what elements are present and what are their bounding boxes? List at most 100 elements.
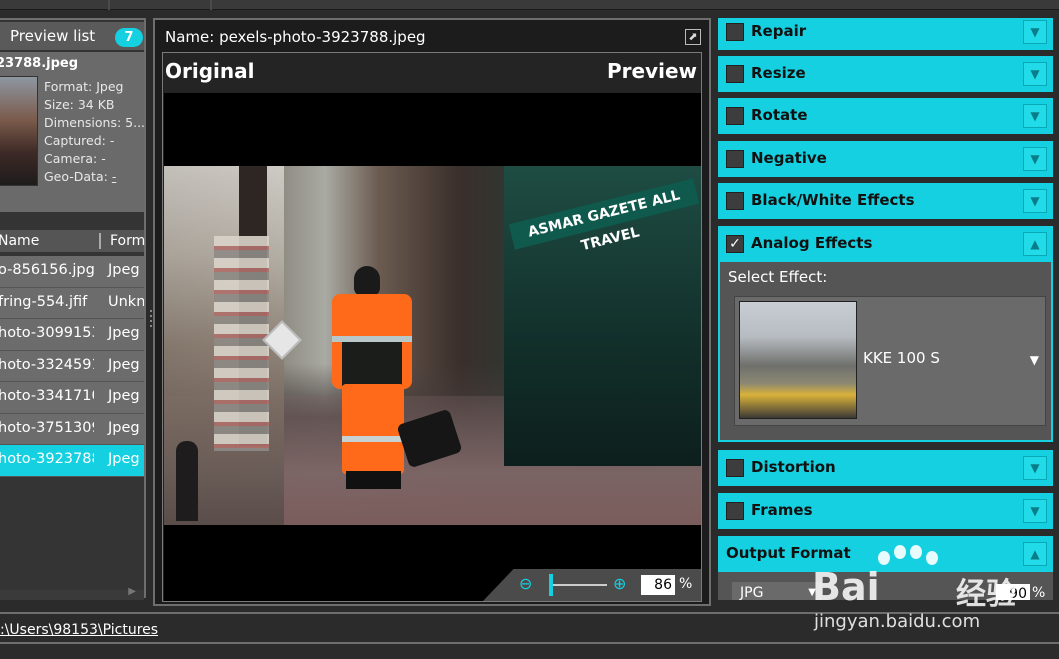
- section-black-white[interactable]: Black/White Effects ▼: [718, 183, 1053, 219]
- section-frames[interactable]: Frames ▼: [718, 493, 1053, 529]
- zoom-slider-knob[interactable]: [549, 574, 553, 596]
- row-name: o-856156.jpg: [0, 262, 94, 278]
- table-row[interactable]: fring-554.jfif Unkn: [0, 287, 144, 319]
- preview-list-label: Preview list: [10, 27, 96, 45]
- chevron-down-icon[interactable]: ▼: [1023, 189, 1047, 213]
- column-header-format[interactable]: Form: [110, 233, 145, 249]
- section-resize[interactable]: Resize ▼: [718, 56, 1053, 92]
- analog-effects-checkbox[interactable]: ✓: [726, 235, 744, 253]
- section-title: Distortion: [751, 458, 836, 476]
- row-name: fring-554.jfif: [0, 293, 88, 310]
- analog-effects-body: Select Effect: KKE 100 S ▼: [718, 262, 1053, 442]
- section-distortion[interactable]: Distortion ▼: [718, 450, 1053, 486]
- frames-checkbox[interactable]: [726, 502, 744, 520]
- preview-list-tab[interactable]: Preview list 7: [0, 22, 144, 50]
- zoom-unit: %: [679, 576, 693, 592]
- file-thumbnail: [0, 76, 38, 186]
- preview-area: Name: pexels-photo-3923788.jpeg ⬈ Origin…: [153, 18, 711, 606]
- section-title: Repair: [751, 22, 807, 40]
- chevron-down-icon[interactable]: ▼: [1023, 62, 1047, 86]
- quality-input[interactable]: 90: [996, 584, 1030, 600]
- effect-selector[interactable]: KKE 100 S ▼: [734, 296, 1046, 426]
- file-size: Size: 34 KB: [44, 97, 115, 112]
- section-analog-effects[interactable]: ✓ Analog Effects ▲: [718, 226, 1053, 262]
- file-dimensions: Dimensions: 5...: [44, 115, 144, 130]
- output-format-title: Output Format: [726, 544, 851, 562]
- resize-checkbox[interactable]: [726, 65, 744, 83]
- horizontal-scrollbar[interactable]: ▶: [0, 586, 144, 600]
- select-effect-label: Select Effect:: [728, 268, 828, 286]
- folder-path-link[interactable]: :\Users\98153\Pictures: [0, 622, 158, 638]
- negative-checkbox[interactable]: [726, 150, 744, 168]
- preview-count-badge: 7: [115, 28, 143, 47]
- zoom-in-icon[interactable]: ⊕: [613, 574, 626, 593]
- effects-panel: Repair ▼ Resize ▼ Rotate ▼ Negative ▼ Bl…: [716, 18, 1059, 600]
- section-title: Resize: [751, 64, 806, 82]
- table-row-selected[interactable]: hoto-3923788 Jpeg: [0, 445, 144, 477]
- chevron-down-icon[interactable]: ▼: [1023, 147, 1047, 171]
- top-toolbar-strip: [0, 0, 1059, 10]
- row-format: Jpeg: [108, 451, 140, 467]
- app-window: Preview list 7 23788.jpeg Format: Jpeg S…: [0, 0, 1059, 659]
- effect-thumbnail: [739, 301, 857, 419]
- bottom-strip: [0, 646, 1059, 659]
- section-output-format[interactable]: Output Format ▲: [718, 536, 1053, 572]
- column-header-name[interactable]: Name: [0, 233, 39, 249]
- row-format: Jpeg: [108, 262, 140, 278]
- row-format: Jpeg: [108, 419, 140, 436]
- chevron-up-icon[interactable]: ▲: [1023, 232, 1047, 256]
- rotate-checkbox[interactable]: [726, 107, 744, 125]
- zoom-slider-track[interactable]: [549, 584, 607, 586]
- table-row[interactable]: o-856156.jpg Jpeg: [0, 256, 144, 288]
- row-name: hoto-3751309: [0, 419, 94, 436]
- repair-checkbox[interactable]: [726, 23, 744, 41]
- section-title: Negative: [751, 149, 827, 167]
- file-format: Format: Jpeg: [44, 79, 124, 94]
- chevron-down-icon[interactable]: ▼: [1023, 104, 1047, 128]
- expand-icon[interactable]: ⬈: [685, 29, 701, 45]
- geo-link[interactable]: -: [112, 169, 117, 184]
- zoom-out-icon[interactable]: ⊖: [519, 574, 532, 593]
- dropdown-arrow-icon[interactable]: ▼: [1030, 353, 1039, 367]
- file-list: o-856156.jpg Jpeg fring-554.jfif Unkn hoto…: [0, 256, 144, 477]
- scroll-right-icon[interactable]: ▶: [128, 586, 136, 597]
- geo-label: Geo-Data:: [44, 169, 108, 184]
- section-negative[interactable]: Negative ▼: [718, 141, 1053, 177]
- file-captured: Captured: -: [44, 133, 115, 148]
- file-info-name: 23788.jpeg: [0, 56, 79, 71]
- table-row[interactable]: hoto-3341710 Jpeg: [0, 382, 144, 414]
- column-divider[interactable]: [99, 233, 101, 249]
- table-row[interactable]: hoto-3324591 Jpeg: [0, 350, 144, 382]
- row-format: Unkn: [108, 293, 144, 310]
- section-title: Analog Effects: [751, 234, 873, 252]
- section-title: Black/White Effects: [751, 191, 915, 209]
- chevron-up-icon[interactable]: ▲: [1023, 542, 1047, 566]
- section-title: Frames: [751, 501, 813, 519]
- chevron-down-icon[interactable]: ▼: [1023, 456, 1047, 480]
- row-name: hoto-3099153: [0, 325, 94, 341]
- distortion-checkbox[interactable]: [726, 459, 744, 477]
- photo-newspaper-rack: [214, 236, 269, 451]
- black-white-checkbox[interactable]: [726, 192, 744, 210]
- section-repair[interactable]: Repair ▼: [718, 18, 1053, 50]
- output-format-body: JPG ▼ 90 %: [718, 572, 1053, 600]
- file-geo: Geo-Data: -: [44, 168, 144, 186]
- quality-unit: %: [1032, 585, 1046, 600]
- toolbar-divider: [210, 0, 212, 10]
- row-name: hoto-3923788: [0, 451, 94, 467]
- street-photo: ASMAR GAZETE ALL TRAVEL: [164, 166, 701, 525]
- photo-worker: [324, 266, 419, 491]
- comparison-stage: Original Preview ASMAR GAZETE ALL TRAVEL: [162, 52, 702, 602]
- output-format-select[interactable]: JPG ▼: [732, 582, 822, 600]
- image-viewport[interactable]: ASMAR GAZETE ALL TRAVEL ⊖ ⊕ 86 %: [164, 93, 701, 601]
- chevron-down-icon[interactable]: ▼: [1023, 20, 1047, 44]
- section-rotate[interactable]: Rotate ▼: [718, 98, 1053, 134]
- zoom-value-input[interactable]: 86: [641, 575, 675, 595]
- chevron-down-icon[interactable]: ▼: [1023, 499, 1047, 523]
- zoom-controls: ⊖ ⊕ 86 %: [483, 569, 701, 601]
- photo-bollard: [176, 441, 198, 521]
- effect-name: KKE 100 S: [863, 349, 940, 367]
- table-row[interactable]: hoto-3751309 Jpeg: [0, 413, 144, 445]
- section-title: Rotate: [751, 106, 808, 124]
- table-row[interactable]: hoto-3099153 Jpeg: [0, 319, 144, 351]
